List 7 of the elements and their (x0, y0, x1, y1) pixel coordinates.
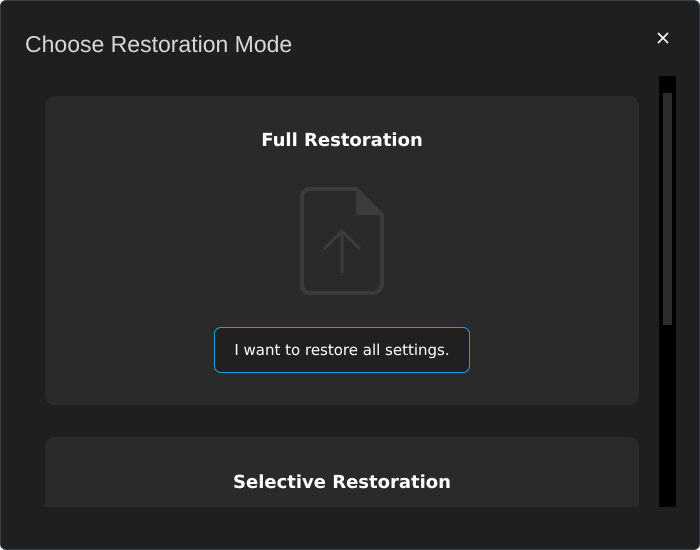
close-icon[interactable] (656, 31, 670, 45)
restore-all-button[interactable]: I want to restore all settings. (214, 327, 470, 373)
dialog-title: Choose Restoration Mode (25, 30, 292, 59)
scrollbar[interactable] (659, 76, 676, 507)
scrollbar-thumb[interactable] (663, 93, 672, 325)
option-title: Full Restoration (261, 129, 423, 153)
option-title: Selective Restoration (233, 471, 451, 495)
